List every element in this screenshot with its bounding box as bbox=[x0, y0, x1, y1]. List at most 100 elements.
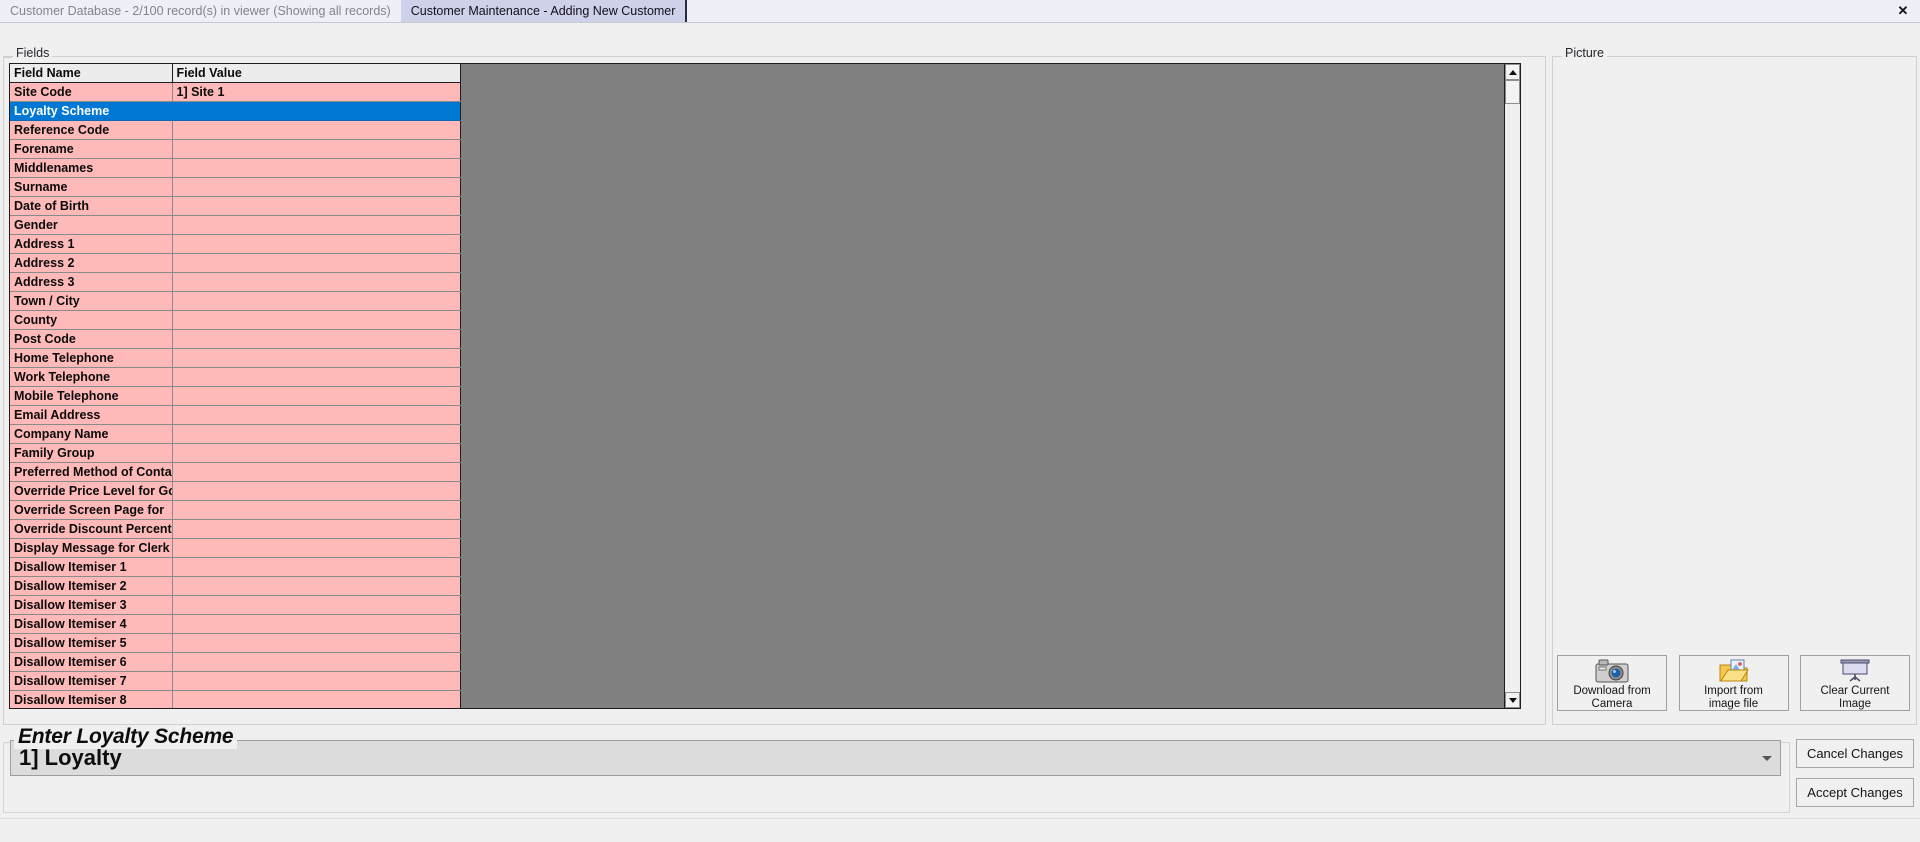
field-value-cell[interactable] bbox=[172, 120, 461, 140]
table-row[interactable]: Disallow Itemiser 3 bbox=[10, 595, 461, 615]
field-name-cell[interactable]: Site Code bbox=[10, 82, 173, 102]
field-value-cell[interactable] bbox=[172, 310, 461, 330]
field-name-cell[interactable]: Address 3 bbox=[10, 272, 173, 292]
table-row[interactable]: Disallow Itemiser 7 bbox=[10, 671, 461, 691]
table-row[interactable]: Disallow Itemiser 2 bbox=[10, 576, 461, 596]
fields-grid[interactable]: Field Name Field Value Site Code 1] Site … bbox=[9, 63, 1521, 709]
field-name-cell[interactable]: Date of Birth bbox=[10, 196, 173, 216]
table-row[interactable]: Disallow Itemiser 5 bbox=[10, 633, 461, 653]
field-value-cell[interactable] bbox=[172, 177, 461, 197]
table-row[interactable]: Post Code bbox=[10, 329, 461, 349]
table-row[interactable]: Email Address bbox=[10, 405, 461, 425]
field-name-cell[interactable]: Disallow Itemiser 7 bbox=[10, 671, 173, 691]
table-row[interactable]: Surname bbox=[10, 177, 461, 197]
field-value-cell[interactable] bbox=[172, 690, 461, 708]
table-row[interactable]: Date of Birth bbox=[10, 196, 461, 216]
field-name-cell[interactable]: Post Code bbox=[10, 329, 173, 349]
field-value-cell[interactable] bbox=[172, 272, 461, 292]
field-name-cell[interactable]: Reference Code bbox=[10, 120, 173, 140]
table-row[interactable]: Forename bbox=[10, 139, 461, 159]
tab-customer-maintenance[interactable]: Customer Maintenance - Adding New Custom… bbox=[400, 0, 688, 22]
clear-current-image-button[interactable]: Clear Current Image bbox=[1800, 655, 1910, 711]
table-row[interactable]: Mobile Telephone bbox=[10, 386, 461, 406]
field-value-cell[interactable] bbox=[172, 576, 461, 596]
field-value-cell[interactable] bbox=[172, 234, 461, 254]
field-value-cell[interactable] bbox=[172, 424, 461, 444]
loyalty-scheme-select[interactable]: 1] Loyalty bbox=[10, 740, 1781, 776]
field-value-cell[interactable] bbox=[172, 595, 461, 615]
chevron-down-icon[interactable] bbox=[1754, 755, 1780, 761]
field-name-cell[interactable]: Forename bbox=[10, 139, 173, 159]
field-value-cell[interactable] bbox=[172, 253, 461, 273]
table-row[interactable]: Preferred Method of Contact bbox=[10, 462, 461, 482]
field-value-cell[interactable] bbox=[172, 671, 461, 691]
table-row[interactable]: Disallow Itemiser 4 bbox=[10, 614, 461, 634]
field-value-cell[interactable] bbox=[172, 500, 461, 520]
field-value-cell[interactable] bbox=[172, 386, 461, 406]
fields-grid-viewport[interactable]: Field Name Field Value Site Code 1] Site … bbox=[10, 64, 1504, 708]
picture-preview-area[interactable] bbox=[1557, 63, 1909, 651]
field-name-cell[interactable]: Override Discount Percentage bbox=[10, 519, 173, 539]
scrollbar-thumb[interactable] bbox=[1505, 80, 1520, 104]
field-name-cell[interactable]: Override Screen Page for bbox=[10, 500, 173, 520]
field-value-cell[interactable] bbox=[172, 538, 461, 558]
field-value-cell[interactable] bbox=[172, 614, 461, 634]
table-row[interactable]: Disallow Itemiser 6 bbox=[10, 652, 461, 672]
field-name-cell[interactable]: County bbox=[10, 310, 173, 330]
field-name-cell[interactable]: Gender bbox=[10, 215, 173, 235]
table-row[interactable]: Address 2 bbox=[10, 253, 461, 273]
column-header-field-name[interactable]: Field Name bbox=[10, 64, 173, 83]
field-value-cell[interactable] bbox=[172, 348, 461, 368]
field-name-cell[interactable]: Work Telephone bbox=[10, 367, 173, 387]
field-value-cell[interactable] bbox=[172, 291, 461, 311]
field-name-cell[interactable]: Surname bbox=[10, 177, 173, 197]
field-value-cell[interactable] bbox=[172, 329, 461, 349]
table-row[interactable]: Disallow Itemiser 1 bbox=[10, 557, 461, 577]
table-row[interactable]: Display Message for Clerk bbox=[10, 538, 461, 558]
tab-customer-database[interactable]: Customer Database - 2/100 record(s) in v… bbox=[0, 0, 401, 22]
table-row[interactable]: Override Screen Page for bbox=[10, 500, 461, 520]
field-name-cell[interactable]: Disallow Itemiser 1 bbox=[10, 557, 173, 577]
table-row[interactable]: Reference Code bbox=[10, 120, 461, 140]
field-name-cell[interactable]: Disallow Itemiser 6 bbox=[10, 652, 173, 672]
table-row[interactable]: Disallow Itemiser 8 bbox=[10, 690, 461, 708]
field-value-cell[interactable] bbox=[172, 481, 461, 501]
field-name-cell[interactable]: Disallow Itemiser 2 bbox=[10, 576, 173, 596]
field-name-cell[interactable]: Disallow Itemiser 3 bbox=[10, 595, 173, 615]
table-row[interactable]: Gender bbox=[10, 215, 461, 235]
field-name-cell[interactable]: Disallow Itemiser 5 bbox=[10, 633, 173, 653]
table-row[interactable]: Middlenames bbox=[10, 158, 461, 178]
field-value-cell[interactable] bbox=[172, 443, 461, 463]
field-value-cell[interactable] bbox=[172, 196, 461, 216]
accept-changes-button[interactable]: Accept Changes bbox=[1796, 778, 1914, 807]
fields-grid-scrollbar[interactable] bbox=[1504, 64, 1520, 708]
field-name-cell[interactable]: Address 1 bbox=[10, 234, 173, 254]
field-name-cell[interactable]: Address 2 bbox=[10, 253, 173, 273]
table-row[interactable]: Company Name bbox=[10, 424, 461, 444]
scroll-down-button[interactable] bbox=[1505, 692, 1520, 708]
close-icon[interactable]: ✕ bbox=[1892, 0, 1914, 22]
scrollbar-track[interactable] bbox=[1505, 104, 1520, 692]
field-value-cell[interactable] bbox=[172, 101, 461, 121]
download-from-camera-button[interactable]: Download from Camera bbox=[1557, 655, 1667, 711]
field-name-cell[interactable]: Home Telephone bbox=[10, 348, 173, 368]
field-name-cell[interactable]: Family Group bbox=[10, 443, 173, 463]
field-name-cell[interactable]: Middlenames bbox=[10, 158, 173, 178]
table-row[interactable]: Override Price Level for Goods bbox=[10, 481, 461, 501]
field-name-cell[interactable]: Company Name bbox=[10, 424, 173, 444]
field-value-cell[interactable] bbox=[172, 158, 461, 178]
field-name-cell[interactable]: Town / City bbox=[10, 291, 173, 311]
field-value-cell[interactable] bbox=[172, 633, 461, 653]
field-value-cell[interactable] bbox=[172, 405, 461, 425]
field-value-cell[interactable] bbox=[172, 557, 461, 577]
table-row[interactable]: Override Discount Percentage bbox=[10, 519, 461, 539]
import-from-image-file-button[interactable]: Import from image file bbox=[1678, 655, 1789, 711]
field-name-cell[interactable]: Disallow Itemiser 8 bbox=[10, 690, 173, 708]
field-value-cell[interactable] bbox=[172, 462, 461, 482]
field-name-cell[interactable]: Mobile Telephone bbox=[10, 386, 173, 406]
field-value-cell[interactable] bbox=[172, 367, 461, 387]
scroll-up-button[interactable] bbox=[1505, 64, 1520, 80]
field-name-cell[interactable]: Display Message for Clerk bbox=[10, 538, 173, 558]
table-row[interactable]: Loyalty Scheme bbox=[10, 101, 461, 121]
table-row[interactable]: Town / City bbox=[10, 291, 461, 311]
